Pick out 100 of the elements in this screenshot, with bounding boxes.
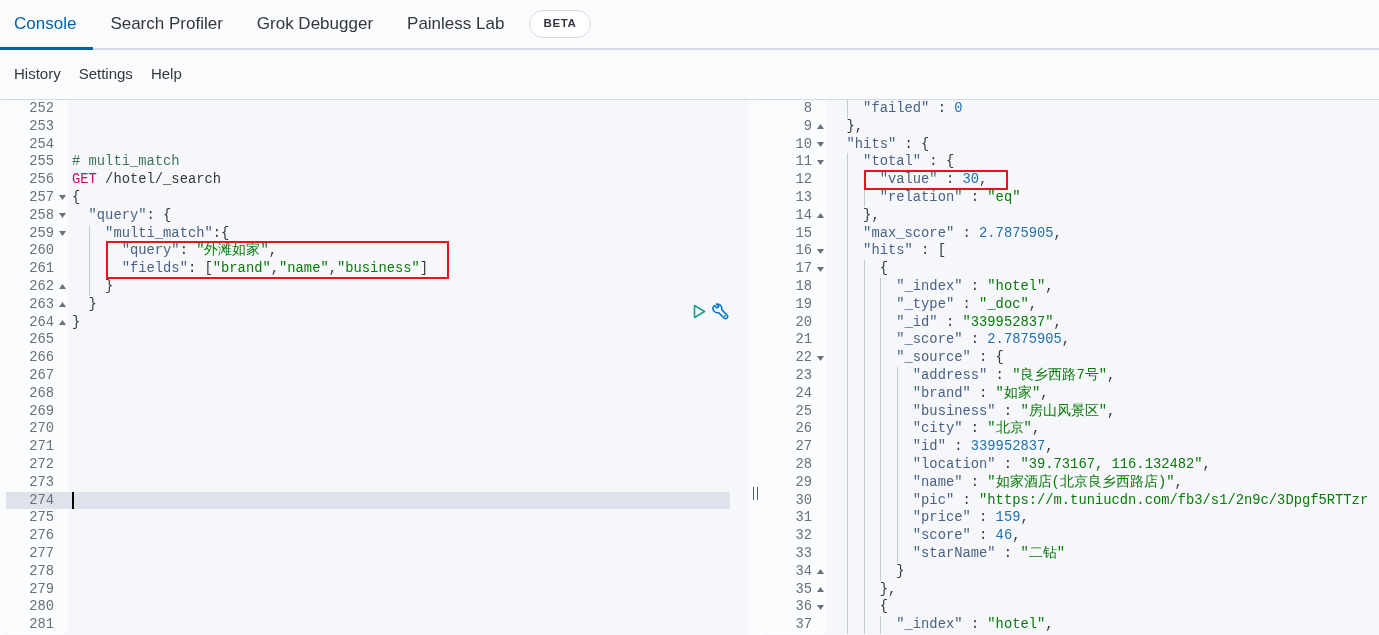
wrench-icon[interactable] [712,303,729,320]
code-line: "_source" : { [895,350,1004,366]
line-number: 278 [29,562,55,581]
line-number: 8 [803,100,813,118]
beta-badge: BETA [529,10,591,38]
fold-icon[interactable] [816,266,824,272]
code-line: "pic" : "https://m.tuniucdn.com/fb3/s1/2n9c/3Dpgf5RTTzr [911,492,1369,508]
line-number: 33 [795,544,813,563]
fold-icon[interactable] [816,569,824,575]
line-number: 279 [29,580,55,599]
code-line: "location" : "39.73167, 116.132482", [911,456,1211,472]
code-line: }, [845,118,864,134]
play-icon[interactable] [693,304,706,319]
fold-icon[interactable] [816,142,824,147]
resize-handle[interactable] [752,487,758,500]
line-number: 281 [29,616,55,634]
line-number: 274 [29,491,55,510]
line-number: 256 [29,171,55,189]
line-number: 30 [795,491,813,510]
fold-icon[interactable] [58,284,66,290]
line-number: 266 [29,349,55,367]
code-line: "multi_match":{ [104,225,230,241]
line-number: 15 [795,224,813,243]
fold-icon[interactable] [58,302,66,308]
line-number: 272 [29,455,55,474]
fold-icon[interactable] [816,124,824,130]
code-line: } [87,296,97,312]
tab[interactable]: Search Profiler [93,0,240,50]
line-number: 10 [795,135,813,154]
line-number: 260 [29,242,55,261]
fold-icon[interactable] [816,248,824,254]
code-line: "hits" : [ [862,243,946,259]
menu-link[interactable]: Settings [78,63,133,86]
line-number: 254 [29,135,55,154]
line-number: 276 [29,527,55,545]
menu-link[interactable]: Help [150,63,182,86]
line-number: 9 [803,117,813,136]
line-number: 255 [29,153,55,172]
code-line: GET /hotel/_search [72,172,222,188]
line-number: 27 [795,438,813,456]
line-number: 271 [29,438,55,456]
line-number: 252 [29,100,55,118]
line-number: 18 [795,277,813,296]
line-number: 264 [29,313,55,332]
code-line: "_id" : "339952837", [895,314,1062,330]
code-line: } [72,314,81,330]
code-line: "starName" : "二钻" [911,545,1065,561]
line-number: 20 [795,313,813,332]
line-number: 262 [29,277,55,296]
fold-icon[interactable] [58,195,66,201]
line-number: 26 [795,420,813,439]
line-number: 36 [795,598,813,617]
fold-icon[interactable] [816,213,824,219]
line-number: 263 [29,295,55,314]
tab[interactable]: Console [0,0,94,50]
fold-icon[interactable] [58,230,66,236]
code-line: "query": "外滩如家", [120,243,278,259]
code-line: "score" : 46, [911,528,1021,544]
line-number: 34 [795,562,813,581]
line-number: 270 [29,420,55,439]
line-number: 12 [795,171,813,189]
fold-icon[interactable] [816,604,824,610]
line-number: 37 [795,616,813,634]
code-line: "business" : "房山风景区", [911,403,1116,419]
code-line: "address" : "良乡西路7号", [911,367,1116,383]
code-line: } [104,278,114,294]
code-line: "query": { [87,207,172,223]
code-line: "id" : 339952837, [911,439,1054,455]
line-number: 261 [29,260,55,278]
line-number: 24 [795,384,813,403]
fold-icon[interactable] [816,355,824,361]
fold-icon[interactable] [58,319,66,325]
line-number: 259 [29,224,55,243]
line-number: 22 [795,349,813,367]
code-line: "max_score" : 2.7875905, [862,225,1062,241]
code-line: "_index" : "hotel", [895,278,1054,294]
tab[interactable]: Painless Lab [390,0,522,50]
line-number: 13 [795,189,813,207]
line-number: 29 [795,473,813,492]
line-number: 11 [795,153,813,172]
line-number: 16 [795,242,813,261]
tab[interactable]: Grok Debugger [239,0,391,50]
fold-icon[interactable] [58,213,66,219]
code-line: "hits" : { [845,136,930,152]
text-cursor [72,491,74,509]
code-line: "brand" : "如家", [911,385,1049,401]
line-number: 269 [29,402,55,421]
fold-icon[interactable] [816,159,824,165]
menu-link[interactable]: History [14,63,61,86]
code-comment: # multi_match [72,154,180,170]
code-line: "_index" : "hotel", [895,617,1054,633]
line-number: 258 [29,206,55,225]
line-number: 21 [795,331,813,350]
line-number: 257 [29,189,55,207]
fold-icon[interactable] [816,586,824,592]
line-number: 277 [29,544,55,563]
line-number: 273 [29,473,55,492]
line-number: 17 [795,260,813,278]
code-line: "_type" : "_doc", [895,296,1037,312]
code-line: { [878,599,888,615]
